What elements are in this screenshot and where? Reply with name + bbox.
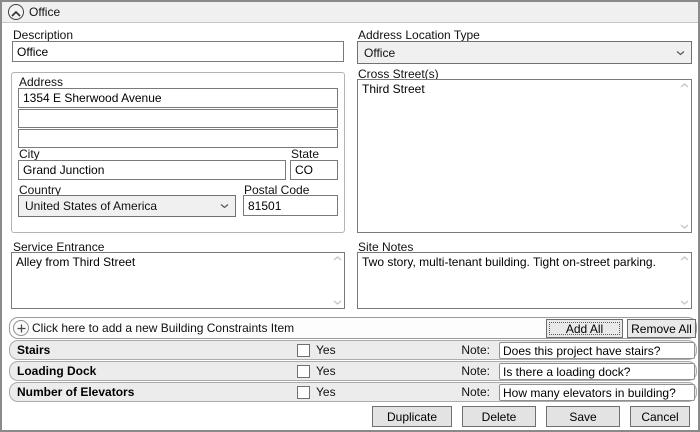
constraint-name: Number of Elevators bbox=[17, 385, 135, 399]
postal-code-input[interactable] bbox=[243, 195, 338, 216]
cross-streets-textarea[interactable]: Third Street bbox=[358, 80, 691, 232]
yes-checkbox[interactable] bbox=[297, 365, 310, 378]
chevron-down-icon bbox=[220, 204, 229, 209]
chevron-up-icon bbox=[11, 5, 21, 20]
state-label: State bbox=[291, 147, 320, 161]
section-header: Office bbox=[2, 2, 698, 23]
service-entrance-textarea[interactable]: Alley from Third Street bbox=[12, 253, 344, 308]
location-type-select[interactable]: Office bbox=[357, 41, 692, 64]
city-input[interactable] bbox=[18, 160, 286, 180]
city-label: City bbox=[19, 147, 40, 161]
location-type-selected-value: Office bbox=[364, 45, 396, 60]
description-input[interactable] bbox=[12, 41, 344, 62]
note-input[interactable] bbox=[499, 384, 695, 401]
address-group-label: Address bbox=[19, 75, 64, 89]
address-line1-input[interactable] bbox=[18, 88, 338, 108]
country-select[interactable]: United States of America bbox=[18, 195, 236, 217]
yes-checkbox[interactable] bbox=[297, 386, 310, 399]
note-label: Note: bbox=[461, 364, 490, 378]
scroll-up-icon[interactable] bbox=[680, 256, 689, 261]
footer-button-bar: Duplicate Delete Save Cancel bbox=[372, 406, 690, 427]
chevron-down-icon bbox=[676, 50, 685, 55]
description-label: Description bbox=[13, 28, 74, 42]
note-label: Note: bbox=[461, 343, 490, 357]
constraint-name: Stairs bbox=[17, 343, 51, 357]
remove-all-button[interactable]: Remove All bbox=[627, 319, 696, 338]
yes-label: Yes bbox=[316, 364, 336, 378]
site-notes-textarea[interactable]: Two story, multi-tenant building. Tight … bbox=[358, 253, 691, 308]
constraint-row-elevators: Number of Elevators Yes Note: bbox=[9, 382, 697, 402]
add-constraint-row[interactable]: Click here to add a new Building Constra… bbox=[9, 317, 697, 339]
note-label: Note: bbox=[461, 385, 490, 399]
yes-label: Yes bbox=[316, 385, 336, 399]
state-input[interactable] bbox=[290, 160, 338, 180]
constraint-name: Loading Dock bbox=[17, 364, 97, 378]
location-type-label: Address Location Type bbox=[358, 28, 480, 42]
delete-button[interactable]: Delete bbox=[462, 406, 536, 427]
yes-checkbox[interactable] bbox=[297, 344, 310, 357]
scroll-down-icon[interactable] bbox=[680, 300, 689, 305]
plus-circle-icon bbox=[13, 320, 29, 336]
scroll-up-icon[interactable] bbox=[680, 83, 689, 88]
page-title: Office bbox=[29, 5, 61, 19]
scroll-down-icon[interactable] bbox=[333, 300, 342, 305]
yes-label: Yes bbox=[316, 343, 336, 357]
note-input[interactable] bbox=[499, 363, 695, 380]
site-notes-field: Two story, multi-tenant building. Tight … bbox=[357, 252, 692, 309]
scroll-down-icon[interactable] bbox=[680, 224, 689, 229]
add-constraint-label: Click here to add a new Building Constra… bbox=[32, 321, 295, 335]
duplicate-button[interactable]: Duplicate bbox=[372, 406, 452, 427]
service-entrance-field: Alley from Third Street bbox=[11, 252, 345, 309]
collapse-button[interactable] bbox=[8, 4, 24, 20]
address-line3-input[interactable] bbox=[18, 129, 338, 148]
add-all-button[interactable]: Add All bbox=[546, 319, 623, 338]
cancel-button[interactable]: Cancel bbox=[630, 406, 690, 427]
constraint-row-loading-dock: Loading Dock Yes Note: bbox=[9, 361, 697, 381]
scroll-up-icon[interactable] bbox=[333, 256, 342, 261]
constraint-row-stairs: Stairs Yes Note: bbox=[9, 340, 697, 360]
address-line2-input[interactable] bbox=[18, 109, 338, 128]
note-input[interactable] bbox=[499, 342, 695, 359]
save-button[interactable]: Save bbox=[546, 406, 620, 427]
cross-streets-field: Third Street bbox=[357, 79, 692, 233]
office-form-window: Office Description Address City State Co… bbox=[0, 0, 700, 432]
country-selected-value: United States of America bbox=[25, 199, 158, 213]
